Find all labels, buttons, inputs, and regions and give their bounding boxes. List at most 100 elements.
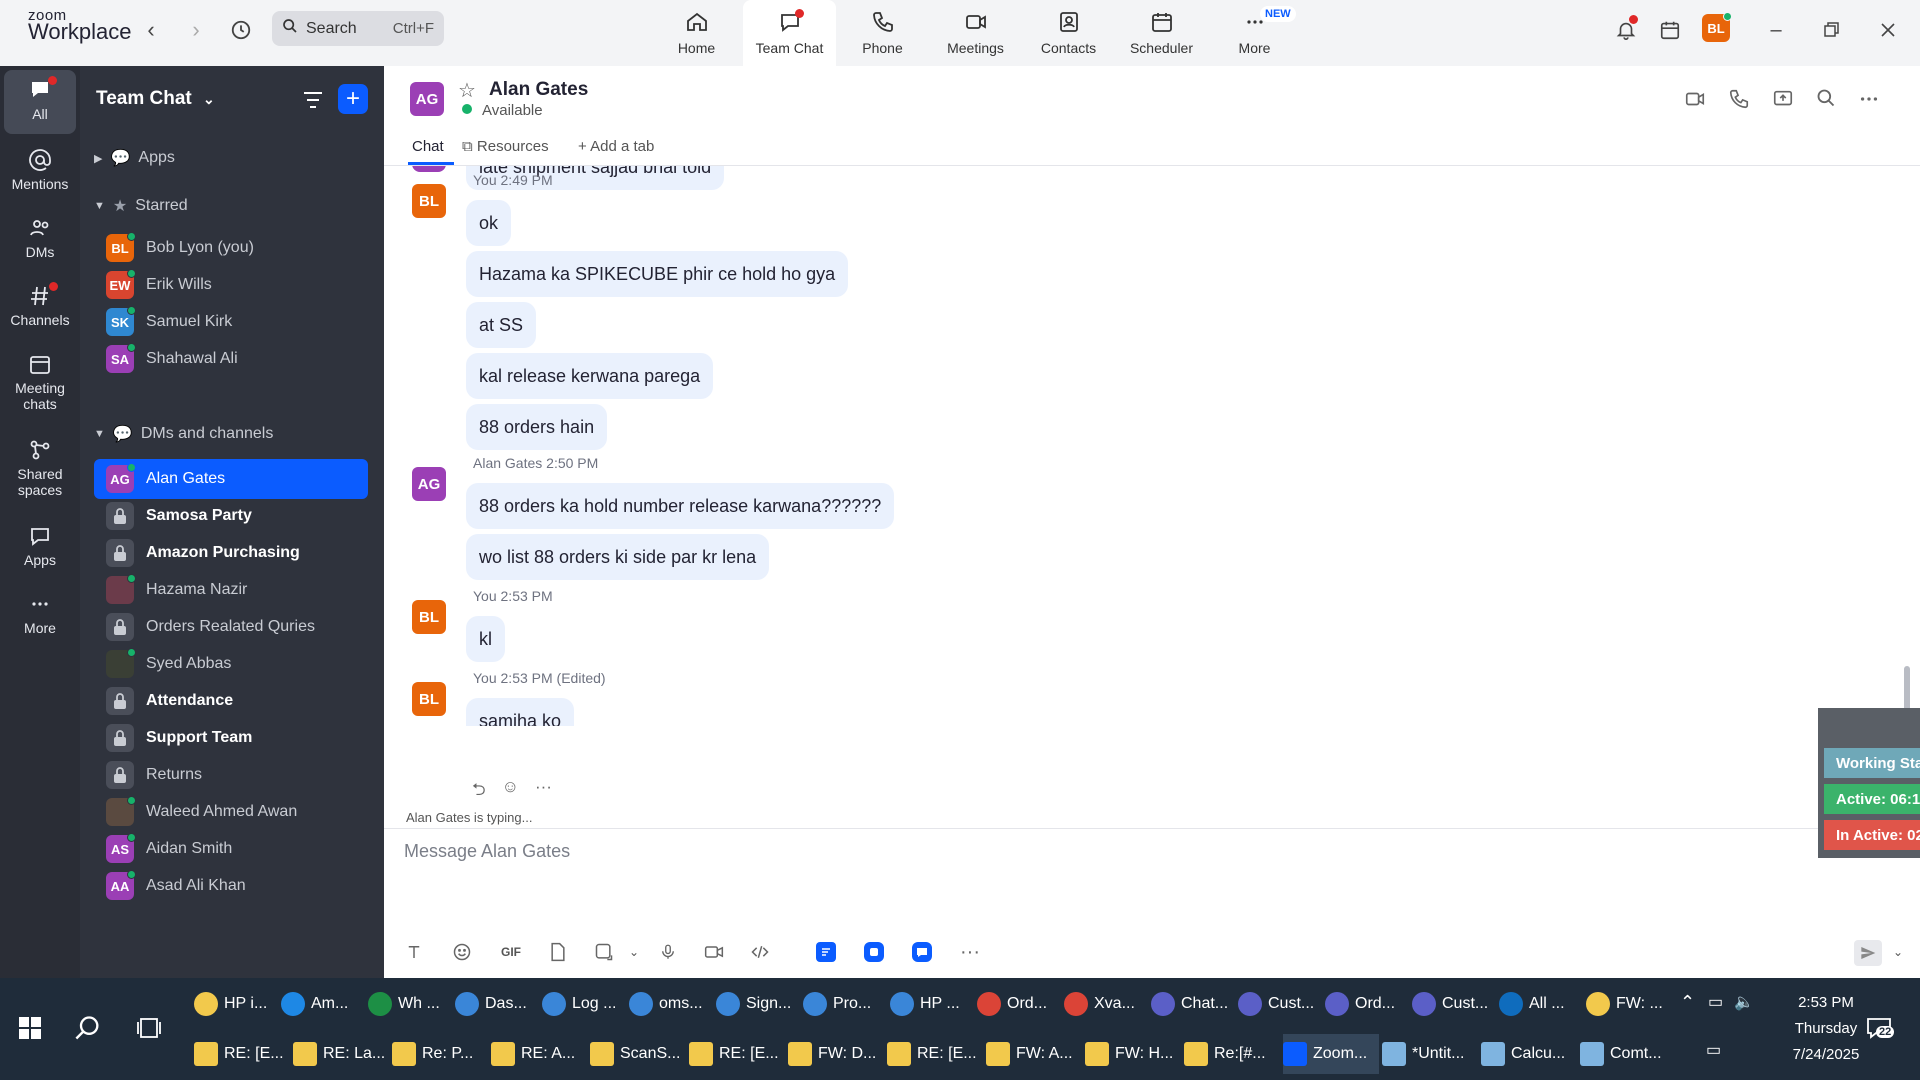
- message-bubble[interactable]: kal release kerwana parega: [466, 353, 714, 399]
- contact-avatar[interactable]: AG: [410, 82, 444, 116]
- message-bubble[interactable]: wo list 88 orders ki side par kr lena: [466, 534, 770, 580]
- emoji-react-icon[interactable]: ☺: [502, 777, 519, 806]
- rail-item-more[interactable]: More: [4, 584, 76, 636]
- more-options-icon[interactable]: [1858, 88, 1880, 115]
- user-avatar[interactable]: BL: [1702, 12, 1732, 42]
- sidebar-item-starred[interactable]: SK Samuel Kirk: [94, 304, 368, 340]
- new-chat-button[interactable]: +: [338, 84, 368, 114]
- message-bubble[interactable]: kl: [466, 616, 505, 662]
- sidebar-item-channel[interactable]: Support Team: [94, 718, 368, 758]
- taskbar-app[interactable]: ScanS...: [590, 1034, 686, 1074]
- taskbar-app[interactable]: Re:[#...: [1184, 1034, 1280, 1074]
- rail-item-channels[interactable]: Channels: [4, 276, 76, 328]
- minimize-icon[interactable]: –: [1762, 16, 1790, 44]
- taskbar-app[interactable]: Am...: [281, 984, 365, 1024]
- taskbar-app[interactable]: Cust...: [1238, 984, 1322, 1024]
- tab-meetings[interactable]: Meetings: [929, 0, 1022, 66]
- windows-start-icon[interactable]: [18, 1016, 42, 1045]
- sidebar-item-channel[interactable]: AG Alan Gates: [94, 459, 368, 499]
- app-icon-2[interactable]: [864, 942, 884, 962]
- taskbar-app[interactable]: Ord...: [977, 984, 1061, 1024]
- sender-name[interactable]: Alan Gates: [473, 455, 542, 471]
- text-format-icon[interactable]: [402, 940, 426, 964]
- sidebar-item-starred[interactable]: SA Shahawal Ali: [94, 341, 368, 377]
- more-tools-icon[interactable]: ···: [958, 940, 982, 964]
- history-icon[interactable]: [227, 16, 255, 44]
- taskbar-app[interactable]: Re: P...: [392, 1034, 488, 1074]
- tab-chat[interactable]: Chat: [412, 138, 444, 155]
- phone-call-icon[interactable]: [1728, 88, 1750, 115]
- clock[interactable]: 2:53 PM Thursday 7/24/2025: [1776, 990, 1876, 1068]
- message-input[interactable]: Message Alan Gates: [404, 841, 570, 862]
- taskbar-app[interactable]: Wh ...: [368, 984, 452, 1024]
- taskbar-app[interactable]: FW: A...: [986, 1034, 1082, 1074]
- message-bubble[interactable]: ok: [466, 200, 512, 246]
- taskbar-app[interactable]: All ...: [1499, 984, 1583, 1024]
- tab-team-chat[interactable]: Team Chat: [743, 0, 836, 66]
- more-actions-icon[interactable]: ···: [535, 777, 552, 806]
- taskbar-app[interactable]: Zoom...: [1283, 1034, 1379, 1074]
- volume-icon[interactable]: 🔈: [1734, 992, 1754, 1012]
- calendar-shortcut-icon[interactable]: [1656, 16, 1684, 44]
- contact-name[interactable]: Alan Gates: [489, 79, 588, 101]
- back-icon[interactable]: ‹: [137, 16, 165, 44]
- taskbar-app[interactable]: Sign...: [716, 984, 800, 1024]
- taskbar-app[interactable]: Log ...: [542, 984, 626, 1024]
- tab-phone[interactable]: Phone: [836, 0, 929, 66]
- gif-button[interactable]: GIF: [496, 940, 526, 964]
- code-snippet-icon[interactable]: [748, 940, 772, 964]
- taskbar-app[interactable]: RE: [E...: [194, 1034, 290, 1074]
- search-chat-icon[interactable]: [1816, 88, 1836, 113]
- taskbar-app[interactable]: Cust...: [1412, 984, 1496, 1024]
- section-dms-channels[interactable]: ▼ 💬 DMs and channels: [94, 424, 273, 444]
- taskbar-app[interactable]: *Untit...: [1382, 1034, 1478, 1074]
- share-screen-icon[interactable]: [1772, 88, 1794, 115]
- notifications-bell-icon[interactable]: [1612, 15, 1640, 44]
- add-tab-button[interactable]: + Add a tab: [578, 138, 654, 155]
- taskbar-app[interactable]: Das...: [455, 984, 539, 1024]
- taskbar-app[interactable]: FW: D...: [788, 1034, 884, 1074]
- taskbar-app[interactable]: RE: La...: [293, 1034, 389, 1074]
- display-icon[interactable]: ▭: [1706, 1040, 1721, 1060]
- sidebar-item-channel[interactable]: Hazama Nazir: [94, 570, 368, 610]
- taskbar-app[interactable]: Comt...: [1580, 1034, 1676, 1074]
- message-bubble[interactable]: samjha ko: [466, 698, 575, 726]
- sidebar-title[interactable]: Team Chat ⌄: [96, 88, 215, 110]
- sidebar-item-starred[interactable]: EW Erik Wills: [94, 267, 368, 303]
- search-icon[interactable]: [74, 1014, 102, 1047]
- app-icon-3[interactable]: [912, 942, 932, 962]
- message-bubble[interactable]: 88 orders hain: [466, 404, 608, 450]
- message-bubble[interactable]: 88 orders ka hold number release karwana…: [466, 483, 895, 529]
- taskbar-app[interactable]: FW: ...: [1586, 984, 1670, 1024]
- rail-item-shared-spaces[interactable]: Shared spaces: [4, 430, 76, 498]
- file-icon[interactable]: [546, 940, 570, 964]
- chevron-up-icon[interactable]: ⌃: [1680, 992, 1695, 1013]
- sidebar-item-channel[interactable]: Amazon Purchasing: [94, 533, 368, 573]
- message-bubble[interactable]: at SS: [466, 302, 537, 348]
- taskbar-app[interactable]: HP i...: [194, 984, 278, 1024]
- rail-item-dms[interactable]: DMs: [4, 208, 76, 260]
- battery-icon[interactable]: ▭: [1708, 992, 1723, 1012]
- rail-item-apps[interactable]: Apps: [4, 516, 76, 568]
- star-icon[interactable]: ☆: [458, 78, 476, 103]
- reply-icon[interactable]: ⮌: [472, 777, 486, 806]
- sidebar-item-channel[interactable]: AA Asad Ali Khan: [94, 866, 368, 906]
- sender-name[interactable]: You: [473, 588, 497, 604]
- sidebar-item-channel[interactable]: Orders Realated Quries: [94, 607, 368, 647]
- sidebar-item-channel[interactable]: Attendance: [94, 681, 368, 721]
- tab-scheduler[interactable]: Scheduler: [1115, 0, 1208, 66]
- rail-item-meeting-chats[interactable]: Meeting chats: [4, 344, 76, 412]
- send-button[interactable]: [1854, 940, 1882, 966]
- search-input[interactable]: Search Ctrl+F: [272, 11, 444, 46]
- tab-more[interactable]: NEW More: [1208, 0, 1301, 66]
- screenshot-icon[interactable]: [592, 940, 616, 964]
- sender-name[interactable]: You: [473, 172, 497, 188]
- taskbar-app[interactable]: Pro...: [803, 984, 887, 1024]
- close-icon[interactable]: [1874, 16, 1902, 44]
- rail-item-mentions[interactable]: Mentions: [4, 140, 76, 192]
- sidebar-item-starred[interactable]: BL Bob Lyon (you): [94, 230, 368, 266]
- sender-avatar[interactable]: BL: [412, 184, 446, 218]
- sidebar-item-channel[interactable]: Returns: [94, 755, 368, 795]
- rail-item-all[interactable]: All: [4, 70, 76, 134]
- restore-icon[interactable]: [1818, 16, 1846, 44]
